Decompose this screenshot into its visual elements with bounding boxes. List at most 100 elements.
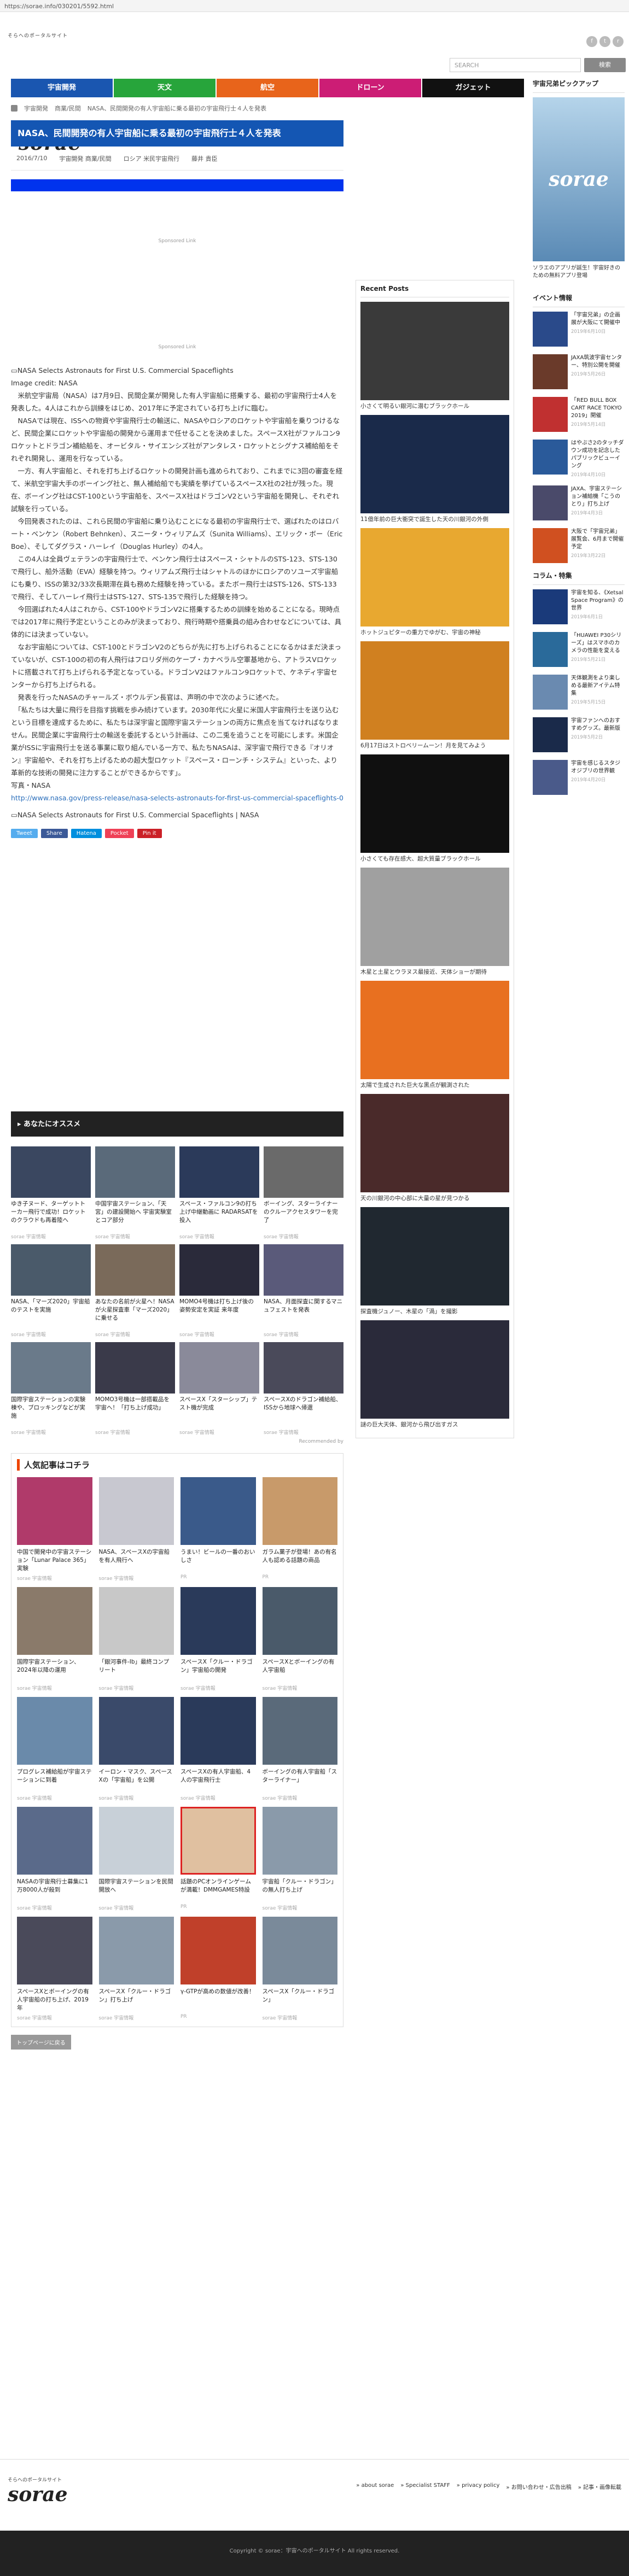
recommend-caption[interactable]: ゆき子ヌード、ターゲットトーカー飛行で成功！ロケットのクラウドも再着陸へ	[11, 1200, 91, 1233]
recent-post-caption[interactable]: 太陽で生成された巨大な黒点が観測された	[360, 1081, 509, 1090]
ad-banner[interactable]	[11, 179, 343, 191]
recommend-item[interactable]: あなたの名前が火星へ！NASAが火星探査車「マーズ2020」に乗せる sorae …	[95, 1244, 175, 1338]
popular-thumbnail[interactable]	[262, 1697, 337, 1765]
popular-caption[interactable]: スペースX「クルー・ドラゴン」	[263, 1988, 338, 2014]
popular-caption[interactable]: γ-GTPが高めの数値が改善！	[180, 1988, 256, 2014]
recent-post-image[interactable]	[360, 1094, 509, 1192]
popular-item[interactable]: 「銀河事件-Ib」最終コンプリート sorae 宇宙情報	[98, 1587, 174, 1691]
popular-thumbnail[interactable]	[98, 1587, 174, 1655]
event-caption[interactable]: 「宇宙兄弟」の企画展が大阪にて開催中	[571, 312, 625, 327]
search-button[interactable]: 検索	[584, 58, 626, 72]
popular-thumbnail[interactable]	[17, 1807, 92, 1875]
popular-item[interactable]: スペースXとボーイングの有人宇宙船の打ち上げ、2019年 sorae 宇宙情報	[17, 1917, 92, 2021]
popular-thumbnail[interactable]	[17, 1477, 92, 1545]
recommend-caption[interactable]: MOMO3号機は一部搭載品を宇宙へ！「打ち上げ成功」	[95, 1396, 175, 1428]
share-share-button[interactable]: Share	[40, 829, 68, 838]
popular-item[interactable]: プログレス補給船が宇宙ステーションに到着 sorae 宇宙情報	[17, 1697, 92, 1801]
recent-post-caption[interactable]: 6月17日はストロベリームーン！月を見てみよう	[360, 742, 509, 750]
popular-item[interactable]: ガラム菓子が登場！あの有名人も認める話題の商品 PR	[262, 1477, 337, 1582]
popular-caption[interactable]: プログレス補給船が宇宙ステーションに到着	[17, 1768, 92, 1794]
event-item[interactable]: 「宇宙兄弟」の企画展が大阪にて開催中 2019年6月10日	[533, 312, 625, 347]
recent-post[interactable]: 6月17日はストロベリームーン！月を見てみよう	[360, 641, 509, 750]
popular-thumbnail[interactable]	[17, 1697, 92, 1765]
column-thumbnail[interactable]	[533, 675, 568, 710]
popular-item[interactable]: 宇宙船「クルー・ドラゴン」の無人打ち上げ sorae 宇宙情報	[262, 1807, 337, 1911]
popular-item[interactable]: γ-GTPが高めの数値が改善！ PR	[180, 1917, 256, 2021]
event-item[interactable]: 大阪で「宇宙兄弟」展覧会、6月まで開催予定 2019年3月22日	[533, 528, 625, 563]
event-thumbnail[interactable]	[533, 440, 568, 475]
share-pocket-button[interactable]: Pocket	[104, 829, 134, 838]
recommend-caption[interactable]: MOMO4号機は打ち上げ後の姿勢安定を実証 来年度	[179, 1298, 259, 1331]
search-input[interactable]: SEARCH	[450, 58, 581, 72]
recent-post[interactable]: ホットジュピターの重力でゆがむ、宇宙の神秘	[360, 528, 509, 637]
recent-post[interactable]: 天の川銀河の中心部に大量の星が見つかる	[360, 1094, 509, 1203]
recommend-caption[interactable]: あなたの名前が火星へ！NASAが火星探査車「マーズ2020」に乗せる	[95, 1298, 175, 1331]
breadcrumb-item[interactable]: 宇宙開発	[24, 104, 48, 113]
event-thumbnail[interactable]	[533, 397, 568, 432]
popular-caption[interactable]: ボーイングの有人宇宙船「スターライナー」	[263, 1768, 338, 1794]
recommend-caption[interactable]: スペースXのドラゴン補給船、ISSから地球へ帰還	[264, 1396, 343, 1428]
share-hatena-button[interactable]: Hatena	[71, 829, 102, 838]
recommend-thumbnail[interactable]	[179, 1342, 259, 1394]
popular-caption[interactable]: イーロン・マスク、スペースXの「宇宙船」を公開	[99, 1768, 174, 1794]
recent-post-caption[interactable]: 小さくても存在感大、超大質量ブラックホール	[360, 855, 509, 863]
top-page-button[interactable]: トップページに戻る	[11, 2035, 71, 2050]
column-item[interactable]: 宇宙ファンへのおすすめグッズ。最新版 2019年5月2日	[533, 717, 625, 752]
event-caption[interactable]: 「RED BULL BOX CART RACE TOKYO 2019」開催	[571, 397, 625, 420]
recent-post-caption[interactable]: 探査機ジュノー、木星の「渦」を撮影	[360, 1308, 509, 1316]
popular-caption[interactable]: スペースXの有人宇宙船、4人の宇宙飛行士	[180, 1768, 256, 1794]
recommend-item[interactable]: スペースX「スターシップ」テスト機が完成 sorae 宇宙情報	[179, 1342, 259, 1436]
recent-post-image[interactable]	[360, 641, 509, 740]
recent-post-image[interactable]	[360, 415, 509, 513]
recent-post[interactable]: 謎の巨大天体、銀河から飛び出すガス	[360, 1320, 509, 1429]
popular-thumbnail[interactable]	[180, 1917, 256, 1984]
popular-item[interactable]: スペースXの有人宇宙船、4人の宇宙飛行士 sorae 宇宙情報	[180, 1697, 256, 1801]
column-caption[interactable]: 宇宙を知る、《Xetsal Space Program》の世界	[571, 589, 625, 612]
popular-item[interactable]: スペースX「クルー・ドラゴン」 sorae 宇宙情報	[262, 1917, 338, 2021]
popular-caption[interactable]: スペースX「クルー・ドラゴン」宇宙船の開発	[180, 1658, 256, 1684]
footer-link[interactable]: » about sorae	[356, 2483, 394, 2491]
nav-ガジェット[interactable]: ガジェット	[422, 79, 524, 97]
recommend-thumbnail[interactable]	[11, 1244, 91, 1296]
recent-post[interactable]: 太陽で生成された巨大な黒点が観測された	[360, 981, 509, 1090]
ad-slot[interactable]	[60, 246, 294, 344]
popular-thumbnail[interactable]	[180, 1477, 256, 1545]
recommend-thumbnail[interactable]	[95, 1244, 175, 1296]
event-item[interactable]: はやぶさ2のタッチダウン成功を記念したパブリックビューイング 2019年4月10日	[533, 440, 625, 478]
column-thumbnail[interactable]	[533, 760, 568, 795]
recommend-item[interactable]: MOMO3号機は一部搭載品を宇宙へ！「打ち上げ成功」 sorae 宇宙情報	[95, 1342, 175, 1436]
popular-caption[interactable]: スペースXとボーイングの有人宇宙船の打ち上げ、2019年	[17, 1988, 92, 2014]
popular-thumbnail[interactable]	[180, 1587, 256, 1655]
share-pin-it-button[interactable]: Pin it	[137, 829, 162, 838]
recent-post-caption[interactable]: 謎の巨大天体、銀河から飛び出すガス	[360, 1421, 509, 1429]
event-item[interactable]: JAXA筑波宇宙センター、特別公開を開催 2019年5月26日	[533, 354, 625, 389]
facebook-icon[interactable]: f	[586, 36, 597, 47]
article-category[interactable]: 宇宙開発 商業/民間	[59, 154, 111, 163]
column-caption[interactable]: 宇宙を感じるスタジオジブリの世界観	[571, 760, 625, 775]
popular-thumbnail[interactable]	[180, 1807, 256, 1875]
recommend-thumbnail[interactable]	[95, 1342, 175, 1394]
popular-item[interactable]: イーロン・マスク、スペースXの「宇宙船」を公開 sorae 宇宙情報	[98, 1697, 174, 1801]
popular-caption[interactable]: 中国で開発中の宇宙ステーション「Lunar Palace 365」実験	[17, 1548, 92, 1574]
home-icon[interactable]	[11, 105, 18, 112]
popular-caption[interactable]: スペースX「クルー・ドラゴン」打ち上げ	[99, 1988, 174, 2014]
column-caption[interactable]: 天体観測をより楽しめる最新アイテム特集	[571, 675, 625, 698]
popular-thumbnail[interactable]	[262, 1587, 337, 1655]
event-thumbnail[interactable]	[533, 312, 568, 347]
app-banner[interactable]: sorae	[533, 97, 625, 261]
app-caption[interactable]: ソラエのアプリが誕生！宇宙好きのための無料アプリ登場	[533, 265, 625, 280]
recommend-caption[interactable]: スペースX「スターシップ」テスト機が完成	[179, 1396, 259, 1428]
recommend-item[interactable]: NASA、月面探査に関するマニュフェストを発表 sorae 宇宙情報	[264, 1244, 343, 1338]
popular-item[interactable]: うまい！ビールの一番のおいしさ PR	[180, 1477, 256, 1582]
recent-post-image[interactable]	[360, 1207, 509, 1305]
popular-thumbnail[interactable]	[98, 1807, 174, 1875]
column-thumbnail[interactable]	[533, 589, 568, 624]
recommend-caption[interactable]: ボーイング、スターライナーのクルーアクセスタワーを完了	[264, 1200, 343, 1233]
popular-item[interactable]: ボーイングの有人宇宙船「スターライナー」 sorae 宇宙情報	[262, 1697, 338, 1801]
event-thumbnail[interactable]	[533, 485, 568, 520]
recent-post[interactable]: 木星と土星とウラヌス最接近、天体ショーが期待	[360, 868, 509, 976]
popular-caption[interactable]: 国際宇宙ステーションを民間開放へ	[99, 1878, 174, 1904]
recent-post[interactable]: 小さくて明るい銀河に潜むブラックホール	[360, 302, 509, 411]
column-caption[interactable]: 「HUAWEI P30シリーズ」はスマホのカメラの性能を変える	[571, 632, 625, 655]
footer-link[interactable]: » 記事・画像転載	[578, 2483, 621, 2491]
